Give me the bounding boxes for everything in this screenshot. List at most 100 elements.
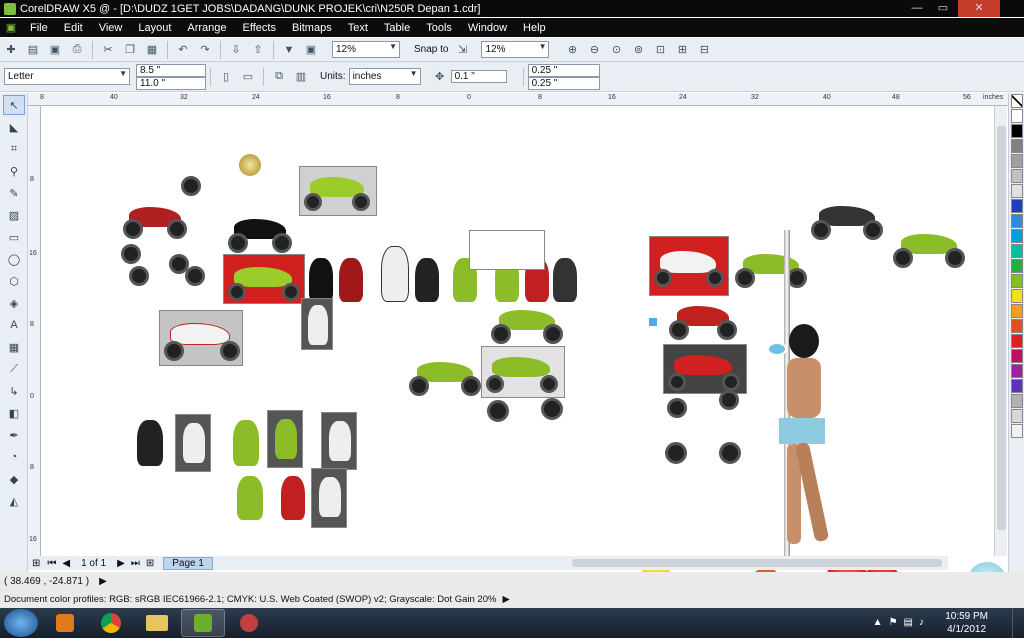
bike-front-framed[interactable] — [321, 412, 357, 470]
publish-pdf-icon[interactable]: ▼ — [280, 41, 298, 59]
previous-page-icon[interactable]: ◀ — [62, 558, 70, 569]
blend-tool-icon[interactable]: ◧ — [3, 403, 25, 423]
text-tool-icon[interactable]: A — [3, 315, 25, 335]
zoom-out-icon[interactable]: ⊖ — [585, 41, 603, 59]
clock[interactable]: 10:59 PM 4/1/2012 — [945, 610, 988, 636]
paste-icon[interactable]: ▦ — [143, 41, 161, 59]
file-explorer-icon[interactable] — [135, 609, 179, 637]
color-swatch[interactable] — [1011, 124, 1023, 138]
bike-front-view[interactable] — [381, 246, 409, 302]
print-icon[interactable]: ⎙ — [68, 41, 86, 59]
drawing-canvas[interactable] — [41, 106, 994, 556]
menu-table[interactable]: Table — [376, 22, 418, 34]
color-swatch[interactable] — [1011, 394, 1023, 408]
bike-front-view[interactable] — [137, 420, 163, 466]
basic-shapes-tool-icon[interactable]: ◈ — [3, 293, 25, 313]
wheel-drawing[interactable] — [129, 266, 149, 286]
current-page-icon[interactable]: ▥ — [292, 68, 310, 86]
eyedropper-tool-icon[interactable]: ✒ — [3, 425, 25, 445]
flag-icon[interactable]: ⚑ — [889, 617, 898, 628]
shape-tool-icon[interactable]: ◣ — [3, 117, 25, 137]
new-icon[interactable]: ✚ — [2, 41, 20, 59]
bike-front-framed[interactable] — [267, 410, 303, 468]
color-swatch[interactable] — [1011, 214, 1023, 228]
bike-front-framed[interactable] — [311, 468, 347, 528]
dancer-image[interactable] — [769, 324, 839, 556]
zoom-all-icon[interactable]: ⊚ — [629, 41, 647, 59]
bike-front-view[interactable] — [339, 258, 363, 302]
export-icon[interactable]: ⇧ — [249, 41, 267, 59]
motorbike-red-drawing[interactable] — [667, 298, 739, 342]
last-page-icon[interactable]: ⏭ — [131, 558, 140, 569]
motorbike-green-drawing[interactable] — [733, 246, 809, 290]
motorbike-black-drawing[interactable] — [809, 198, 885, 242]
color-swatch[interactable] — [1011, 199, 1023, 213]
connector-tool-icon[interactable]: ↳ — [3, 381, 25, 401]
tool-app-icon[interactable] — [227, 609, 271, 637]
page-size-dropdown[interactable]: Letter ▼ — [4, 68, 130, 85]
wheel-drawing[interactable] — [719, 390, 739, 410]
color-swatch[interactable] — [1011, 319, 1023, 333]
add-page-after-icon[interactable]: ⊞ — [146, 558, 154, 569]
zoom-height-icon[interactable]: ⊟ — [695, 41, 713, 59]
page-width-field[interactable]: 8.5 " — [136, 63, 206, 77]
dimension-tool-icon[interactable]: ⟋ — [3, 359, 25, 379]
import-icon[interactable]: ⇩ — [227, 41, 245, 59]
zoom-levels-dropdown-2[interactable]: 12% ▼ — [481, 41, 550, 58]
start-button[interactable] — [4, 609, 38, 637]
cut-icon[interactable]: ✂ — [99, 41, 117, 59]
wheel-drawing[interactable] — [181, 176, 201, 196]
menu-file[interactable]: File — [22, 22, 56, 34]
fill-tool-icon[interactable]: ◆ — [3, 469, 25, 489]
snap-to-label[interactable]: Snap to — [414, 44, 448, 55]
zoom-levels-dropdown[interactable]: 12% ▼ — [332, 41, 400, 58]
zoom-in-icon[interactable]: ⊕ — [563, 41, 581, 59]
document-icon[interactable]: ▣ — [2, 19, 20, 37]
menu-help[interactable]: Help — [515, 22, 554, 34]
vertical-scroll-thumb[interactable] — [997, 126, 1006, 530]
media-player-icon[interactable] — [43, 609, 87, 637]
color-swatch[interactable] — [1011, 154, 1023, 168]
color-swatch[interactable] — [1011, 169, 1023, 183]
minimize-button[interactable]: — — [904, 0, 930, 17]
add-page-icon[interactable]: ⊞ — [32, 558, 40, 569]
network-icon[interactable]: ▤ — [904, 617, 913, 628]
interactive-fill-tool-icon[interactable]: ◭ — [3, 491, 25, 511]
polygon-tool-icon[interactable]: ⬡ — [3, 271, 25, 291]
menu-window[interactable]: Window — [460, 22, 515, 34]
zoom-tool-icon[interactable]: ⚲ — [3, 161, 25, 181]
next-page-icon[interactable]: ▶ — [117, 558, 125, 569]
rectangle-tool-icon[interactable]: ▭ — [3, 227, 25, 247]
bike-front-framed[interactable] — [301, 298, 333, 350]
all-pages-icon[interactable]: ⧉ — [270, 68, 288, 86]
color-swatch[interactable] — [1011, 379, 1023, 393]
portrait-icon[interactable]: ▯ — [217, 68, 235, 86]
motorbike-red-drawing[interactable] — [121, 201, 191, 241]
motorbike-green-frame[interactable] — [481, 346, 565, 398]
open-icon[interactable]: ▤ — [24, 41, 42, 59]
motorbike-red-dark-frame[interactable] — [663, 344, 747, 394]
copy-icon[interactable]: ❐ — [121, 41, 139, 59]
outline-tool-icon[interactable]: ◔ — [3, 447, 25, 467]
crop-tool-icon[interactable]: ⌗ — [3, 139, 25, 159]
no-color-swatch[interactable] — [1011, 94, 1023, 108]
coreldraw-taskbar-icon[interactable] — [181, 609, 225, 637]
horizontal-ruler[interactable]: 8 40 32 24 16 8 0 8 16 24 32 40 48 56 in… — [28, 93, 1008, 106]
color-swatch[interactable] — [1011, 364, 1023, 378]
volume-icon[interactable]: ♪ — [919, 617, 924, 628]
motorbike-white-red-frame[interactable] — [159, 310, 243, 366]
bike-front-view[interactable] — [233, 420, 259, 466]
bike-front-view[interactable] — [281, 476, 305, 520]
undo-icon[interactable]: ↶ — [174, 41, 192, 59]
page-height-field[interactable]: 11.0 " — [136, 76, 206, 90]
vertical-scrollbar[interactable] — [994, 106, 1007, 556]
color-swatch[interactable] — [1011, 334, 1023, 348]
color-swatch[interactable] — [1011, 259, 1023, 273]
color-swatch[interactable] — [1011, 139, 1023, 153]
expand-arrow-icon[interactable]: ▶ — [502, 594, 509, 605]
redo-icon[interactable]: ↷ — [196, 41, 214, 59]
color-swatch[interactable] — [1011, 289, 1023, 303]
menu-tools[interactable]: Tools — [418, 22, 460, 34]
menu-edit[interactable]: Edit — [56, 22, 91, 34]
color-swatch[interactable] — [1011, 304, 1023, 318]
